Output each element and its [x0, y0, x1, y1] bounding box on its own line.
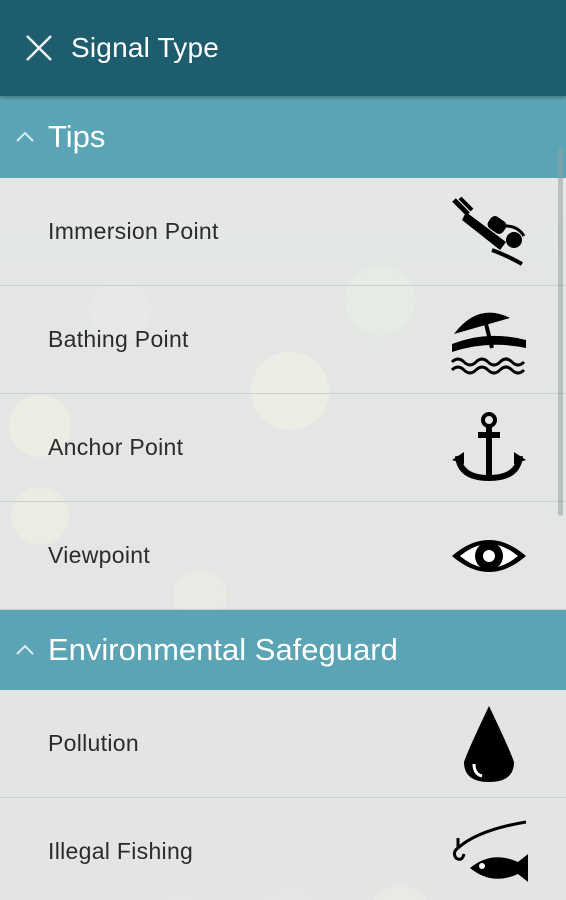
- list-item-label: Immersion Point: [48, 218, 219, 244]
- list-item-pollution[interactable]: Pollution: [0, 690, 566, 798]
- oil-drop-icon: [448, 705, 530, 782]
- fish-hook-icon: [448, 816, 530, 888]
- list-item-viewpoint[interactable]: Viewpoint: [0, 502, 566, 610]
- list-item-label: Illegal Fishing: [48, 838, 194, 864]
- section-title: Environmental Safeguard: [48, 632, 398, 667]
- anchor-icon: [448, 411, 530, 484]
- scuba-diver-icon: [448, 196, 530, 268]
- section-header-environmental-safeguard[interactable]: Environmental Safeguard: [0, 610, 566, 690]
- list-item-anchor-point[interactable]: Anchor Point: [0, 394, 566, 502]
- section-title: Tips: [48, 119, 106, 154]
- list-item-label: Viewpoint: [48, 542, 151, 568]
- app-bar: Signal Type: [0, 0, 566, 96]
- list-item-illegal-fishing[interactable]: Illegal Fishing: [0, 798, 566, 900]
- section-header-tips[interactable]: Tips: [0, 96, 566, 178]
- list-item-label: Pollution: [48, 730, 139, 756]
- chevron-up-icon: [13, 638, 37, 662]
- list-item-bathing-point[interactable]: Bathing Point: [0, 286, 566, 394]
- list-item-label: Anchor Point: [48, 434, 184, 460]
- list-item-label: Bathing Point: [48, 326, 189, 352]
- scrollbar[interactable]: [558, 148, 563, 516]
- chevron-up-icon: [13, 125, 37, 149]
- eye-icon: [448, 520, 530, 592]
- close-icon: [26, 35, 52, 61]
- list-item-immersion-point[interactable]: Immersion Point: [0, 178, 566, 286]
- beach-umbrella-icon: [448, 304, 530, 376]
- screen: Signal Type Tips Immersion Point Bathing…: [0, 0, 566, 900]
- close-button[interactable]: [19, 28, 59, 68]
- page-title: Signal Type: [71, 32, 220, 63]
- signal-type-list: Tips Immersion Point Bathing Point Ancho…: [0, 96, 566, 900]
